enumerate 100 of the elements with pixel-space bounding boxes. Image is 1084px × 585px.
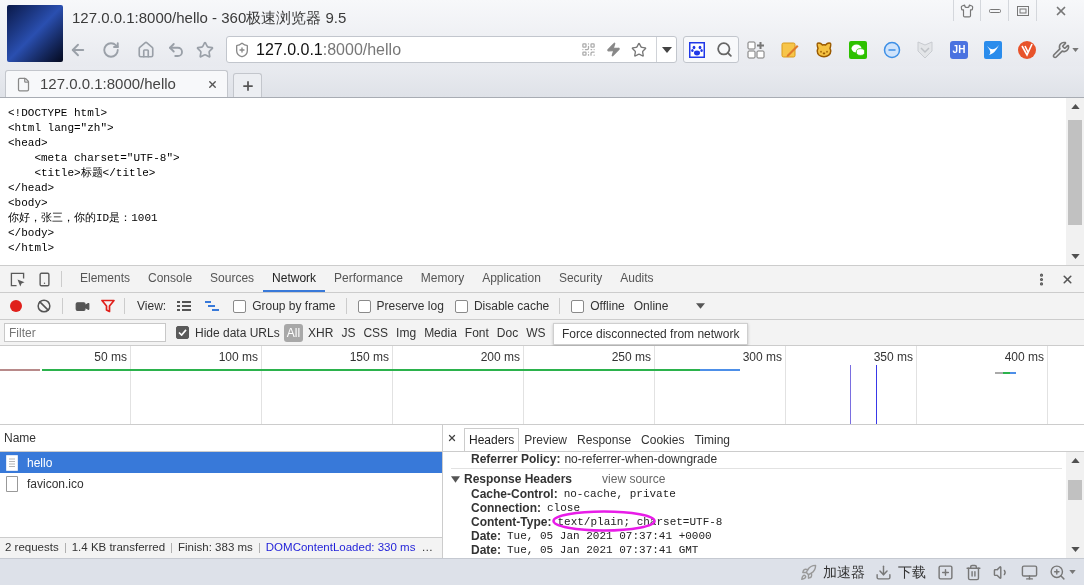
extension-badge[interactable]: JH bbox=[950, 40, 968, 59]
dropdown-triangle-icon[interactable] bbox=[695, 303, 705, 309]
devtools-tab[interactable]: Performance bbox=[325, 266, 412, 292]
page-icon bbox=[16, 76, 31, 92]
throttling-dropdown[interactable]: Online bbox=[633, 297, 705, 315]
window-title: 127.0.0.1:8000/hello - 360极速浏览器 9.5 bbox=[72, 8, 347, 28]
lightning-icon[interactable] bbox=[606, 42, 621, 57]
details-tab[interactable]: Response bbox=[572, 428, 637, 451]
type-filter[interactable]: Img bbox=[393, 323, 420, 342]
header-name: Date: bbox=[471, 542, 501, 558]
address-field[interactable]: 127.0.0.1:8000/hello bbox=[226, 36, 677, 63]
checkbox[interactable] bbox=[357, 299, 371, 313]
expand-triangle-icon[interactable] bbox=[451, 475, 460, 483]
devtools-tab[interactable]: Audits bbox=[611, 266, 663, 292]
photo-placeholder bbox=[7, 5, 63, 62]
plus-icon[interactable] bbox=[240, 78, 255, 93]
accelerator-button[interactable]: 加速器 bbox=[800, 561, 865, 583]
scroll-up-icon[interactable] bbox=[1070, 104, 1080, 109]
request-row[interactable]: hello bbox=[0, 452, 442, 473]
checkbox[interactable] bbox=[233, 299, 247, 313]
search-icon[interactable] bbox=[716, 41, 733, 58]
home-icon[interactable] bbox=[137, 40, 155, 59]
device-icon[interactable] bbox=[37, 271, 52, 287]
scrollbar-thumb[interactable] bbox=[1068, 480, 1082, 500]
caret-icon[interactable] bbox=[1072, 47, 1079, 52]
download-icon[interactable] bbox=[875, 563, 892, 581]
devtools-tab[interactable]: Application bbox=[473, 266, 550, 292]
type-filter[interactable]: JS bbox=[338, 323, 359, 342]
view-source-link[interactable]: view source bbox=[602, 470, 666, 488]
type-filter[interactable]: Doc bbox=[493, 323, 522, 342]
dropdown-triangle-icon[interactable] bbox=[661, 46, 672, 53]
type-filter[interactable]: XHR bbox=[305, 323, 337, 342]
zoom-icon[interactable] bbox=[1049, 563, 1066, 581]
checkbox-label: Disable cache bbox=[473, 298, 550, 315]
checkbox-label: Preserve log bbox=[376, 298, 444, 315]
type-filter[interactable]: CSS bbox=[360, 323, 392, 342]
scrollbar-thumb[interactable] bbox=[1068, 120, 1082, 225]
scrollbar[interactable] bbox=[1066, 98, 1084, 265]
checkbox[interactable] bbox=[176, 326, 189, 339]
devtools-tab[interactable]: Security bbox=[549, 266, 612, 292]
minimize-icon[interactable] bbox=[988, 8, 1001, 13]
type-filter[interactable]: Font bbox=[461, 323, 492, 342]
clear-icon[interactable] bbox=[37, 299, 51, 313]
paw-icon[interactable] bbox=[689, 41, 705, 58]
monitor-icon[interactable] bbox=[1021, 563, 1038, 581]
new-tab-button[interactable] bbox=[233, 73, 262, 97]
star-icon[interactable] bbox=[631, 41, 647, 58]
scrollbar[interactable] bbox=[1066, 452, 1084, 558]
details-tab[interactable]: Preview bbox=[519, 428, 573, 451]
wrench-icon[interactable] bbox=[1052, 40, 1070, 59]
header-name: Content-Type: bbox=[471, 514, 552, 531]
close-icon[interactable] bbox=[447, 433, 457, 443]
request-row[interactable]: favicon.ico bbox=[0, 473, 442, 494]
chat-bubbles-icon[interactable] bbox=[849, 40, 867, 59]
bird-icon[interactable] bbox=[984, 40, 1002, 59]
details-tab[interactable]: Headers bbox=[464, 428, 520, 451]
restore-icon[interactable] bbox=[1016, 5, 1029, 16]
devtools-tab[interactable]: Sources bbox=[201, 266, 264, 292]
undo-icon[interactable] bbox=[167, 40, 185, 59]
details-tab[interactable]: Cookies bbox=[636, 428, 690, 451]
scroll-down-icon[interactable] bbox=[1070, 254, 1080, 259]
inspect-icon[interactable] bbox=[10, 271, 25, 287]
star-icon[interactable] bbox=[196, 40, 214, 59]
round-logo-icon[interactable] bbox=[1018, 40, 1036, 59]
column-header[interactable]: Name bbox=[4, 429, 36, 447]
summary-text: Finish: 383 ms bbox=[178, 540, 253, 556]
shield-icon[interactable] bbox=[234, 41, 250, 58]
plus-box-icon[interactable] bbox=[937, 563, 954, 581]
source-line: <body> bbox=[8, 196, 48, 211]
devtools-tab[interactable]: Elements bbox=[71, 266, 140, 292]
scroll-down-icon[interactable] bbox=[1070, 547, 1080, 552]
qr-code-icon[interactable] bbox=[581, 42, 596, 57]
close-icon[interactable] bbox=[1061, 272, 1074, 286]
checkbox[interactable] bbox=[571, 299, 585, 313]
browser-tab[interactable]: 127.0.0.1:8000/hello bbox=[5, 70, 228, 97]
checkbox[interactable] bbox=[454, 299, 468, 313]
record-icon[interactable] bbox=[10, 300, 22, 312]
app-grid-icon[interactable] bbox=[747, 40, 765, 59]
rocket-icon[interactable] bbox=[800, 563, 817, 581]
shirt-icon[interactable] bbox=[960, 3, 974, 18]
notepad-pencil-icon[interactable] bbox=[781, 40, 799, 59]
caret-icon[interactable] bbox=[1069, 570, 1076, 574]
search-box[interactable] bbox=[683, 36, 739, 63]
close-icon[interactable] bbox=[207, 78, 218, 90]
filter-field[interactable]: Filter bbox=[4, 323, 166, 342]
trash-icon[interactable] bbox=[965, 563, 982, 581]
devtools-tab[interactable]: Memory bbox=[411, 266, 474, 292]
scroll-up-icon[interactable] bbox=[1070, 458, 1080, 463]
section-title[interactable]: Response Headers bbox=[464, 470, 573, 488]
waterfall-icon[interactable] bbox=[205, 301, 220, 311]
downloads-button[interactable]: 下载 bbox=[875, 561, 926, 583]
filter-icon[interactable] bbox=[101, 299, 115, 313]
refresh-icon[interactable] bbox=[102, 40, 120, 59]
minus-circle-icon[interactable] bbox=[883, 40, 901, 59]
details-tab[interactable]: Timing bbox=[689, 428, 735, 451]
type-filter[interactable]: WS bbox=[523, 323, 549, 342]
devtools-tab[interactable]: Console bbox=[139, 266, 202, 292]
type-filter[interactable]: Media bbox=[421, 323, 460, 342]
list-view-icon[interactable] bbox=[177, 301, 192, 311]
cat-icon[interactable] bbox=[815, 40, 833, 59]
